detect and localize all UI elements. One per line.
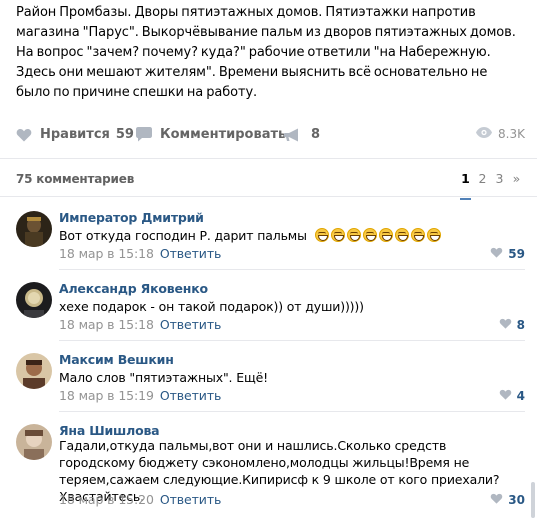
page-1[interactable]: 1 — [457, 171, 474, 200]
reply-button[interactable]: Ответить — [160, 388, 222, 403]
post-actions: Нравится 59 Комментировать 8 8.3K — [0, 121, 537, 151]
heart-icon — [490, 493, 503, 507]
laughing-emoji-icon — [330, 228, 345, 242]
page-next[interactable]: » — [508, 171, 525, 195]
divider — [59, 411, 525, 412]
comment-text: Вот откуда господин Р. дарит пальмы — [59, 227, 514, 244]
comment-like-count: 59 — [508, 247, 525, 261]
page-3[interactable]: 3 — [491, 171, 508, 195]
comments-header: 75 комментариев 1 2 3 » — [0, 165, 537, 200]
comment-text-content: Вот откуда господин Р. дарит пальмы — [59, 228, 307, 243]
comment-label: Комментировать — [160, 127, 287, 142]
like-button[interactable]: Нравится 59 — [16, 127, 134, 142]
heart-icon — [490, 247, 503, 261]
views-counter: 8.3K — [476, 127, 525, 141]
heart-icon — [16, 128, 32, 142]
views-count: 8.3K — [498, 127, 525, 141]
avatar[interactable] — [16, 211, 52, 247]
comment-like-count: 8 — [516, 318, 525, 332]
comment-meta: 18 мар в 15:20 Ответить — [59, 492, 221, 507]
comment-meta: 18 мар в 15:19 Ответить — [59, 388, 221, 403]
heart-icon — [499, 389, 512, 403]
comment-meta: 18 мар в 15:18 Ответить — [59, 317, 221, 332]
divider — [0, 196, 537, 197]
like-count: 59 — [115, 127, 134, 142]
divider — [59, 269, 525, 270]
eye-icon — [476, 127, 493, 141]
comment-date[interactable]: 18 мар в 15:19 — [59, 388, 154, 403]
heart-icon — [499, 318, 512, 332]
comment-date[interactable]: 18 мар в 15:20 — [59, 492, 154, 507]
laughing-emoji-icon — [346, 228, 361, 242]
comment-author[interactable]: Яна Шишлова — [59, 423, 160, 438]
comment-date[interactable]: 18 мар в 15:18 — [59, 246, 154, 261]
divider — [0, 158, 537, 159]
comment-like-button[interactable]: 4 — [499, 389, 525, 403]
reply-button[interactable]: Ответить — [160, 492, 222, 507]
comment-like-button[interactable]: 59 — [490, 247, 525, 261]
emoji-row — [313, 228, 441, 243]
laughing-emoji-icon — [410, 228, 425, 242]
comments-count: 75 комментариев — [16, 172, 135, 186]
reply-button[interactable]: Ответить — [160, 246, 222, 261]
comment-like-button[interactable]: 8 — [499, 318, 525, 332]
page-2[interactable]: 2 — [474, 171, 491, 195]
laughing-emoji-icon — [362, 228, 377, 242]
comment-button[interactable]: Комментировать — [136, 127, 286, 142]
share-button[interactable]: 8 — [284, 127, 320, 142]
comment-text: Мало слов "пятиэтажных". Ещё! — [59, 370, 268, 385]
like-label: Нравится — [40, 127, 110, 142]
megaphone-icon — [284, 128, 301, 142]
comment-author[interactable]: Император Дмитрий — [59, 210, 204, 225]
post-text: Район Промбазы. Дворы пятиэтажных домов.… — [16, 5, 516, 100]
laughing-emoji-icon — [378, 228, 393, 242]
comment-bubble-icon — [136, 127, 152, 142]
laughing-emoji-icon — [394, 228, 409, 242]
comment-author[interactable]: Максим Вешкин — [59, 352, 174, 367]
comment-author[interactable]: Александр Яковенко — [59, 281, 208, 296]
scrollbar[interactable] — [531, 482, 535, 518]
share-count: 8 — [311, 127, 321, 142]
laughing-emoji-icon — [426, 228, 441, 242]
laughing-emoji-icon — [314, 228, 329, 242]
avatar[interactable] — [16, 282, 52, 318]
comment-like-count: 30 — [508, 493, 525, 507]
divider — [59, 340, 525, 341]
comment-meta: 18 мар в 15:18 Ответить — [59, 246, 221, 261]
comment-date[interactable]: 18 мар в 15:18 — [59, 317, 154, 332]
comment-text: хехе подарок - он такой подарок)) от душ… — [59, 299, 364, 314]
avatar[interactable] — [16, 424, 52, 460]
pagination: 1 2 3 » — [457, 171, 525, 200]
reply-button[interactable]: Ответить — [160, 317, 222, 332]
avatar[interactable] — [16, 353, 52, 389]
comment-like-button[interactable]: 30 — [490, 493, 525, 507]
comment-like-count: 4 — [516, 389, 525, 403]
